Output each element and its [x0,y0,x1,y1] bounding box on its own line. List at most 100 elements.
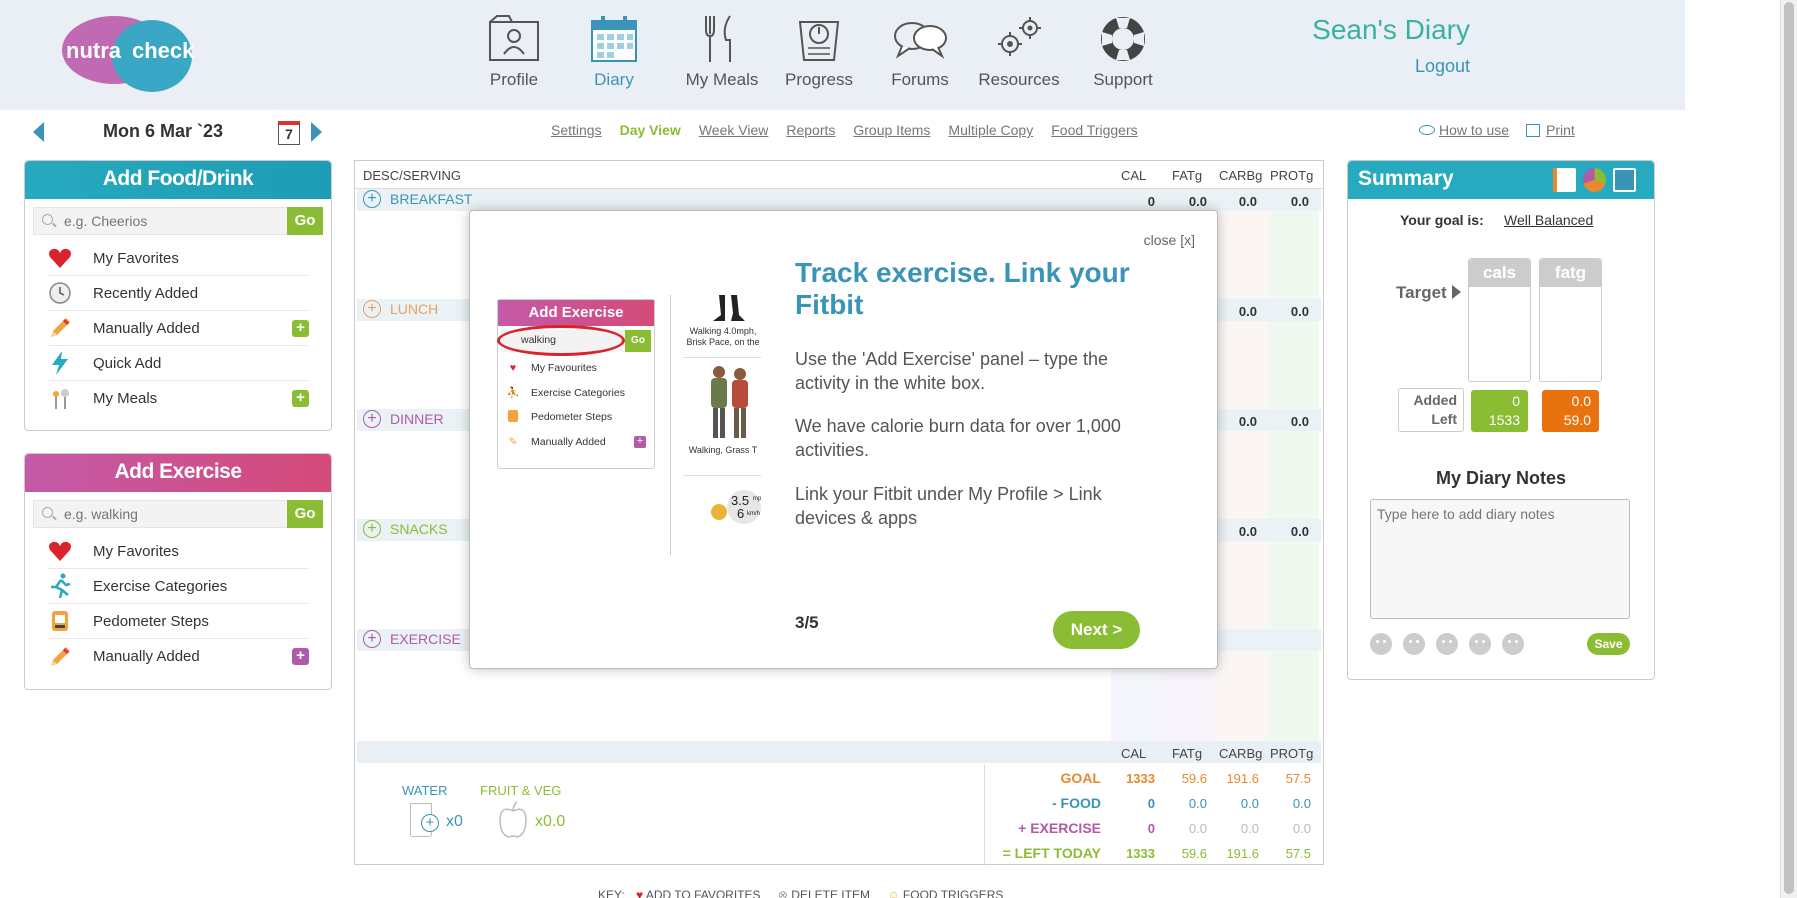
add-snacks-plus-icon[interactable]: + [363,520,381,538]
nav-resources[interactable]: Resources [967,14,1071,90]
subnav-reports[interactable]: Reports [786,122,835,138]
logo-text-check: check [132,38,195,63]
nav-progress[interactable]: Progress [773,14,865,90]
nutracheck-logo[interactable]: nutra check [62,14,197,92]
snacks-row[interactable]: + SNACKS [363,520,448,538]
mini-plus-icon: + [634,435,646,448]
exercise-categories-label: Exercise Categories [93,577,228,595]
pencil-icon [47,315,73,341]
exercise-manual-add-plus-icon[interactable]: + [292,648,309,665]
food-search-box: Go [33,207,323,235]
subnav-group-items[interactable]: Group Items [853,122,930,138]
food-cal: 0 [1147,796,1155,811]
pie-chart-icon[interactable] [1583,168,1606,192]
subnav-week-view[interactable]: Week View [699,122,769,138]
mini-item-favourites: ♥ My Favourites [505,356,654,381]
food-search-go-button[interactable]: Go [287,207,323,235]
add-exercise-title: Add Exercise [25,454,331,492]
food-manually-added[interactable]: Manually Added + [47,311,309,346]
mood-happy-icon[interactable] [1403,633,1425,655]
exercise-categories[interactable]: Exercise Categories [47,569,309,604]
mini-panel-title: Add Exercise [498,300,654,326]
subnav-food-triggers[interactable]: Food Triggers [1051,122,1137,138]
food-quick-add[interactable]: Quick Add [47,346,309,381]
food-recently-added[interactable]: Recently Added [47,276,309,311]
add-exercise-plus-icon[interactable]: + [363,630,381,648]
subnav-settings[interactable]: Settings [551,122,602,138]
exercise-carb: 0.0 [1240,821,1259,836]
exercise-search-go-button[interactable]: Go [287,500,323,528]
page-scrollbar[interactable] [1780,0,1797,898]
key-heart-icon: ♥ [636,888,644,898]
exercise-search-input[interactable] [34,501,322,527]
subnav-multiple-copy[interactable]: Multiple Copy [948,122,1033,138]
how-to-use-link[interactable]: How to use [1439,122,1509,138]
top-header: nutra check Profile Diary My Meals Progr… [0,0,1685,110]
food-search-input[interactable] [34,208,322,234]
breakfast-fat: 0.0 [1188,194,1207,209]
header-carb: CARBg [1219,168,1263,183]
modal-paragraph-2: We have calorie burn data for over 1,000… [795,416,1121,460]
add-water-plus-icon[interactable]: + [421,814,439,832]
speed-kmh-value: 6 [737,506,745,521]
food-my-meals-plus-icon[interactable]: + [292,390,309,407]
breakfast-carb: 0.0 [1238,194,1257,209]
mood-neutral-icon[interactable] [1436,633,1458,655]
goal-cal: 1333 [1126,771,1155,786]
dinner-row[interactable]: + DINNER [363,410,444,428]
food-label: - FOOD [1052,795,1101,811]
image-divider-2 [683,475,761,476]
left-today-carb: 191.6 [1226,846,1259,861]
diary-key: KEY: ♥ ADD TO FAVORITES ⊗ DELETE ITEM ☺ … [598,888,1003,898]
header-fat: FATg [1172,168,1203,183]
water-glass-icon[interactable]: + [410,803,439,837]
nav-forums[interactable]: Forums [873,14,967,90]
mood-very-sad-icon[interactable] [1502,633,1524,655]
nav-my-meals[interactable]: My Meals [671,14,773,90]
breakfast-row[interactable]: + BREAKFAST [363,190,472,208]
next-day-arrow-icon[interactable] [311,122,322,142]
modal-close-button[interactable]: close [x] [1144,232,1195,248]
left-today-fat: 59.6 [1181,846,1207,861]
subnav-day-view[interactable]: Day View [620,122,681,138]
mood-sad-icon[interactable] [1469,633,1491,655]
nav-support[interactable]: Support [1077,14,1169,90]
totals-header-fat: FATg [1172,746,1203,761]
print-link[interactable]: Print [1546,122,1575,138]
add-breakfast-plus-icon[interactable]: + [363,190,381,208]
lunch-row[interactable]: + LUNCH [363,300,438,318]
diary-owner-title: Sean's Diary [1312,14,1470,45]
food-my-meals[interactable]: My Meals + [47,381,309,416]
food-my-favorites-label: My Favorites [93,249,179,267]
add-lunch-plus-icon[interactable]: + [363,300,381,318]
food-my-favorites[interactable]: My Favorites [47,241,309,276]
goal-type-link[interactable]: Well Balanced [1504,212,1593,228]
food-manual-add-plus-icon[interactable]: + [292,320,309,337]
target-label: Target [1396,283,1447,302]
exercise-manually-added[interactable]: Manually Added + [47,639,309,674]
exercise-my-favorites[interactable]: My Favorites [47,534,309,569]
nav-diary[interactable]: Diary [566,14,662,90]
diary-notes-input[interactable] [1370,499,1630,619]
goal-prot: 57.5 [1285,771,1311,786]
mini-item-categories: ⛹ Exercise Categories [505,381,654,406]
nav-profile[interactable]: Profile [476,14,552,90]
exercise-prot: 0.0 [1292,821,1311,836]
list-view-icon[interactable] [1553,168,1576,192]
goal-carb: 191.6 [1226,771,1259,786]
search-icon [42,214,53,225]
exercise-pedometer-steps[interactable]: Pedometer Steps [47,604,309,639]
save-notes-button[interactable]: Save [1587,633,1630,655]
previous-day-arrow-icon[interactable] [33,122,44,142]
logout-link[interactable]: Logout [1312,56,1470,77]
exercise-row[interactable]: + EXERCISE [363,630,461,648]
breakfast-label: BREAKFAST [390,191,473,207]
mood-very-happy-icon[interactable] [1370,633,1392,655]
bar-chart-icon[interactable] [1613,168,1636,192]
cals-added-value: 0 [1512,393,1520,409]
apple-icon[interactable] [497,801,529,839]
date-picker-calendar-icon[interactable]: 7 [278,121,300,145]
modal-next-button[interactable]: Next > [1053,611,1140,649]
scrollbar-thumb[interactable] [1784,2,1794,894]
add-dinner-plus-icon[interactable]: + [363,410,381,428]
